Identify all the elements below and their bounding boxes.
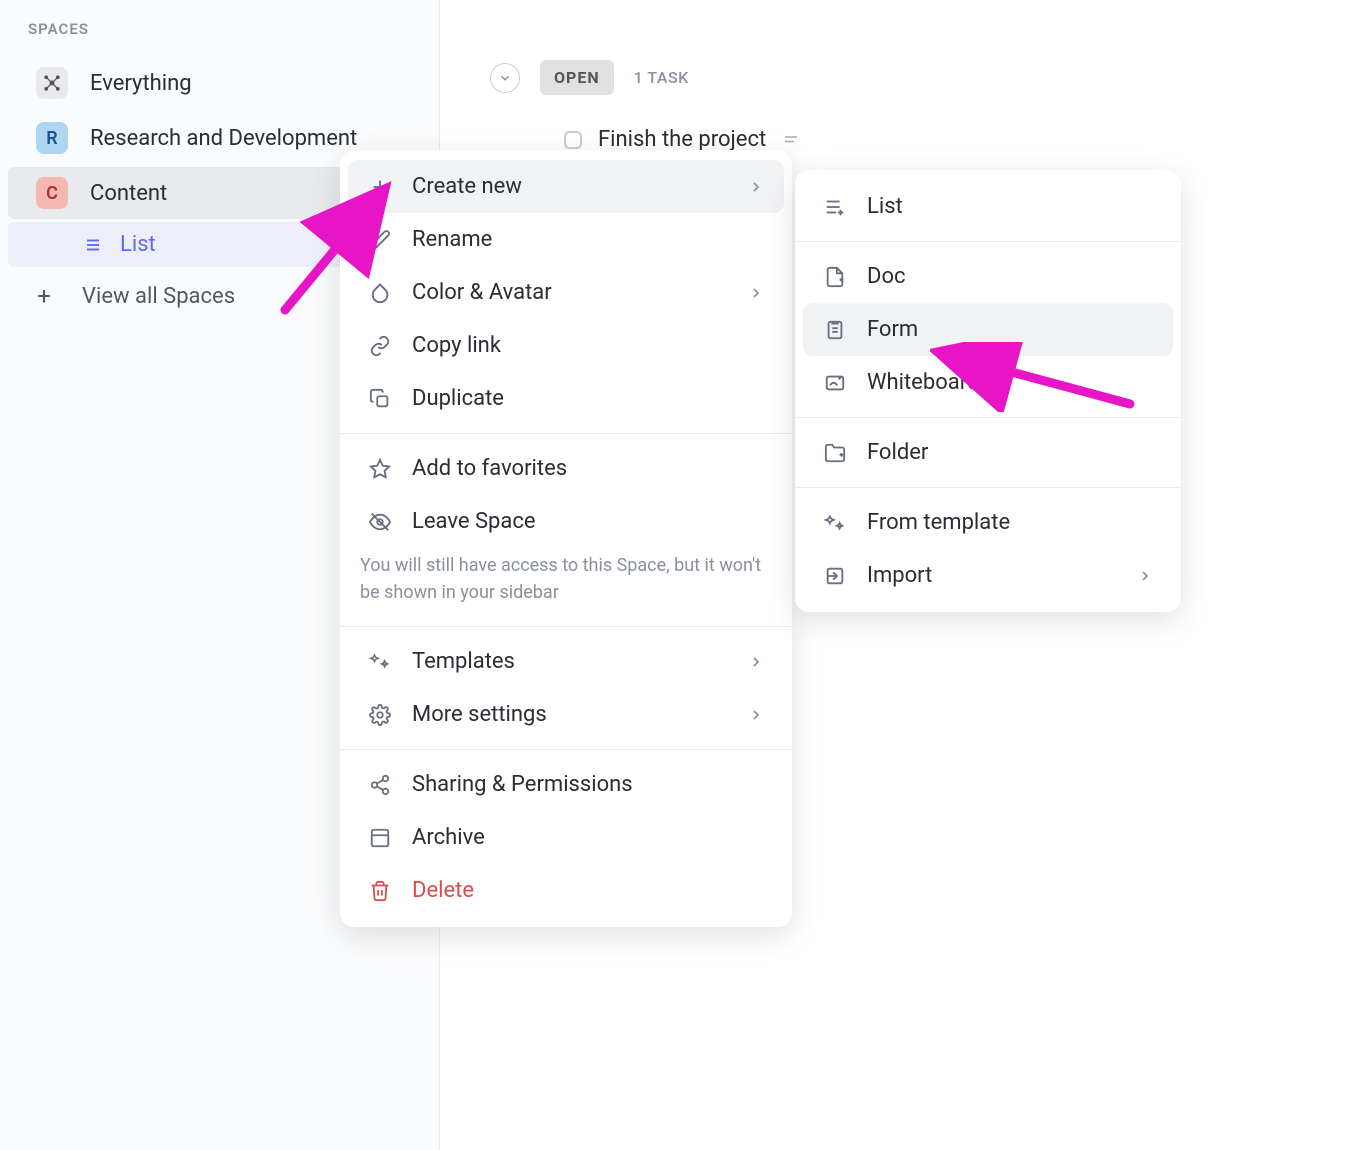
menu-divider [795, 241, 1181, 242]
menu-item-copy-link[interactable]: Copy link [348, 319, 784, 372]
menu-label: Duplicate [412, 386, 764, 411]
sidebar-header: SPACES [0, 12, 439, 54]
menu-label: Copy link [412, 333, 764, 358]
menu-item-delete[interactable]: Delete [348, 864, 784, 917]
share-icon [368, 773, 392, 797]
whiteboard-icon [823, 371, 847, 395]
menu-item-favorites[interactable]: Add to favorites [348, 442, 784, 495]
list-icon [84, 236, 102, 254]
menu-label: Leave Space [412, 509, 764, 534]
space-initial-icon: C [36, 177, 68, 209]
menu-label: Add to favorites [412, 456, 764, 481]
droplet-icon [368, 281, 392, 305]
menu-label: Rename [412, 227, 764, 252]
sidebar-item-everything[interactable]: Everything [8, 57, 431, 109]
import-icon [823, 564, 847, 588]
menu-item-create-new[interactable]: Create new [348, 160, 784, 213]
menu-label: Form [867, 317, 1153, 342]
menu-item-rename[interactable]: Rename [348, 213, 784, 266]
chevron-right-icon [748, 654, 764, 670]
chevron-right-icon [748, 285, 764, 301]
menu-label: Doc [867, 264, 1153, 289]
menu-item-sharing[interactable]: Sharing & Permissions [348, 758, 784, 811]
link-icon [368, 334, 392, 358]
submenu-item-from-template[interactable]: From template [803, 496, 1173, 549]
eye-off-icon [368, 510, 392, 534]
plus-icon: + [28, 282, 60, 310]
menu-label: Sharing & Permissions [412, 772, 764, 797]
task-menu-icon[interactable] [782, 131, 800, 149]
chevron-right-icon [748, 707, 764, 723]
menu-label: Templates [412, 649, 728, 674]
menu-label: List [867, 194, 1153, 219]
menu-label: Color & Avatar [412, 280, 728, 305]
network-icon [36, 67, 68, 99]
menu-label: Folder [867, 440, 1153, 465]
submenu-item-doc[interactable]: Doc [803, 250, 1173, 303]
form-icon [823, 318, 847, 342]
menu-label: More settings [412, 702, 728, 727]
menu-divider [795, 417, 1181, 418]
menu-label: Import [867, 563, 1117, 588]
sidebar-item-label: Research and Development [90, 126, 357, 151]
sparkle-icon [368, 650, 392, 674]
submenu-item-whiteboard[interactable]: Whiteboard [803, 356, 1173, 409]
menu-item-leave-space[interactable]: Leave Space [348, 495, 784, 548]
menu-label: From template [867, 510, 1153, 535]
pencil-icon [368, 228, 392, 252]
task-title: Finish the project [598, 127, 766, 152]
sidebar-item-label: Content [90, 181, 167, 206]
menu-item-duplicate[interactable]: Duplicate [348, 372, 784, 425]
chevron-right-icon [1137, 568, 1153, 584]
menu-item-templates[interactable]: Templates [348, 635, 784, 688]
space-initial-icon: R [36, 122, 68, 154]
trash-icon [368, 879, 392, 903]
menu-label: Archive [412, 825, 764, 850]
folder-plus-icon [823, 441, 847, 465]
sparkle-icon [823, 511, 847, 535]
submenu-item-import[interactable]: Import [803, 549, 1173, 602]
chevron-right-icon [748, 179, 764, 195]
plus-icon [368, 175, 392, 199]
menu-label: Delete [412, 878, 764, 903]
menu-label: Whiteboard [867, 370, 1153, 395]
collapse-button[interactable] [490, 63, 520, 93]
submenu-item-form[interactable]: Form [803, 303, 1173, 356]
archive-icon [368, 826, 392, 850]
menu-item-color-avatar[interactable]: Color & Avatar [348, 266, 784, 319]
sidebar-subitem-label: List [120, 232, 156, 257]
menu-divider [340, 749, 792, 750]
submenu-item-list[interactable]: List [803, 180, 1173, 233]
list-plus-icon [823, 195, 847, 219]
main-header: OPEN 1 TASK [490, 60, 1318, 95]
doc-icon [823, 265, 847, 289]
task-checkbox[interactable] [564, 131, 582, 149]
task-count: 1 TASK [634, 68, 689, 87]
context-menu: Create new Rename Color & Avatar Copy li… [340, 150, 792, 927]
menu-divider [340, 626, 792, 627]
copy-icon [368, 387, 392, 411]
sidebar-view-all-label: View all Spaces [82, 284, 235, 309]
menu-divider [795, 487, 1181, 488]
menu-divider [340, 433, 792, 434]
sidebar-item-label: Everything [90, 71, 192, 96]
submenu-item-folder[interactable]: Folder [803, 426, 1173, 479]
submenu-create-new: List Doc Form Whiteboard Folder From tem… [795, 170, 1181, 612]
menu-item-more-settings[interactable]: More settings [348, 688, 784, 741]
gear-icon [368, 703, 392, 727]
menu-item-archive[interactable]: Archive [348, 811, 784, 864]
menu-note: You will still have access to this Space… [340, 548, 792, 618]
menu-label: Create new [412, 174, 728, 199]
star-icon [368, 457, 392, 481]
status-badge[interactable]: OPEN [540, 60, 614, 95]
